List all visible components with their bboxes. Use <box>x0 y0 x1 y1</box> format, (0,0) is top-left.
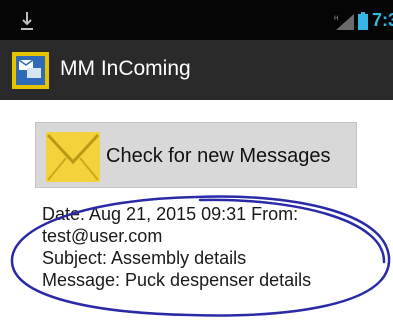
message-sender: test@user.com <box>42 226 163 246</box>
svg-text:H: H <box>334 15 339 22</box>
download-icon <box>21 12 33 30</box>
action-bar: MM InComing <box>0 40 393 100</box>
check-messages-label: Check for new Messages <box>106 145 331 167</box>
status-bar: H 7:31 <box>0 0 393 40</box>
app-icon[interactable] <box>12 52 49 89</box>
battery-icon <box>358 12 368 30</box>
mail-icon <box>46 132 100 182</box>
app-title: MM InComing <box>60 57 191 80</box>
message-details: Date: Aug 21, 2015 09:31 From: test@user… <box>42 203 382 291</box>
message-body: Message: Puck despenser details <box>42 270 312 290</box>
message-date-from: Date: Aug 21, 2015 09:31 From: <box>42 204 299 224</box>
app-screen: H 7:31 MM InComing Check for new Message… <box>0 0 393 322</box>
message-subject: Subject: Assembly details <box>42 248 247 268</box>
check-messages-button[interactable]: Check for new Messages <box>35 122 357 188</box>
status-clock: 7:31 <box>372 10 393 30</box>
signal-icon: H <box>334 14 354 30</box>
